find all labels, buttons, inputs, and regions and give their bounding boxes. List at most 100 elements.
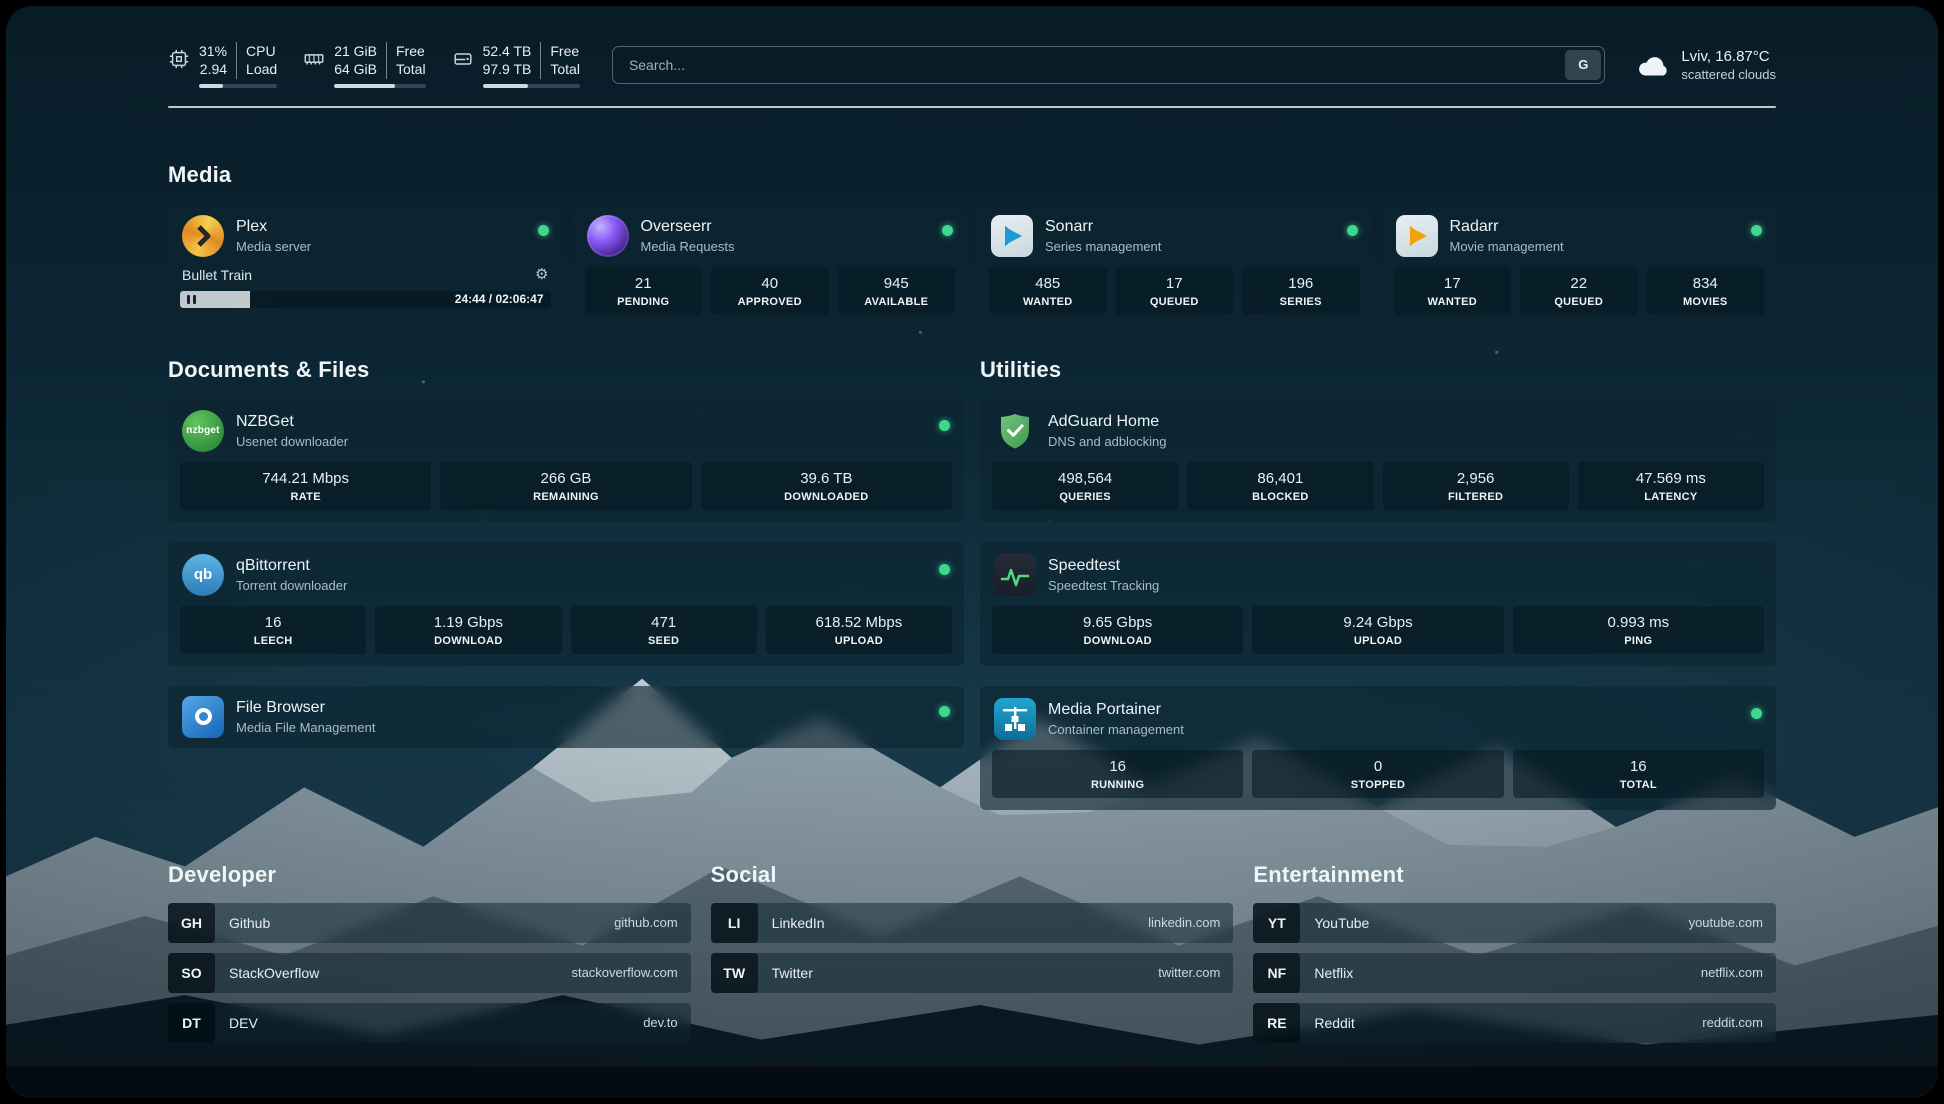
disk-progress xyxy=(483,84,580,88)
bookmark-name: Netflix xyxy=(1314,965,1353,981)
stat-running: 16 RUNNING xyxy=(992,750,1243,798)
section-title-social: Social xyxy=(711,862,1234,888)
service-title: Plex xyxy=(236,218,311,236)
service-subtitle: Media server xyxy=(236,239,311,254)
top-bar: 31% 2.94 CPU Load xyxy=(168,6,1776,88)
status-dot xyxy=(1751,225,1762,236)
bookmark-abbr: LI xyxy=(711,903,758,943)
service-title: NZBGet xyxy=(236,413,348,431)
bookmark-abbr: RE xyxy=(1253,1003,1300,1043)
service-card-overseerr[interactable]: Overseerr Media Requests 21 PENDING xyxy=(573,203,968,327)
sonarr-icon xyxy=(991,215,1033,257)
cpu-load: 2.94 xyxy=(200,60,227,78)
status-dot xyxy=(942,225,953,236)
cloud-icon xyxy=(1635,50,1671,80)
service-title: Radarr xyxy=(1450,218,1564,236)
section-title-documents: Documents & Files xyxy=(168,357,964,383)
top-divider xyxy=(168,106,1776,108)
service-card-sonarr[interactable]: Sonarr Series management 485 WANTED xyxy=(977,203,1372,327)
stat-approved: 40 APPROVED xyxy=(711,267,829,315)
overseerr-icon xyxy=(587,215,629,257)
disk-widget: 52.4 TB 97.9 TB Free Total xyxy=(452,42,580,88)
stat-filtered: 2,956 FILTERED xyxy=(1383,462,1569,510)
pause-icon[interactable] xyxy=(187,295,196,304)
search-bar: G xyxy=(612,46,1605,84)
speedtest-icon xyxy=(994,554,1036,596)
section-media: Media Plex Media server xyxy=(168,162,1776,327)
service-card-radarr[interactable]: Radarr Movie management 17 WANTED 2 xyxy=(1382,203,1777,327)
status-dot xyxy=(1347,225,1358,236)
disk-free: 52.4 TB xyxy=(483,42,532,60)
stat-queued: 17 QUEUED xyxy=(1116,267,1234,315)
service-card-qbittorrent[interactable]: qb qBittorrent Torrent downloader xyxy=(168,542,964,666)
stat-downloaded: 39.6 TB DOWNLOADED xyxy=(701,462,952,510)
bookmark-dev[interactable]: DT DEV dev.to xyxy=(168,1003,691,1043)
section-title-utilities: Utilities xyxy=(980,357,1776,383)
status-dot xyxy=(538,225,549,236)
bookmark-group-entertainment: Entertainment YT YouTube youtube.com NF … xyxy=(1253,862,1776,1053)
stat-wanted: 17 WANTED xyxy=(1394,267,1512,315)
service-subtitle: Speedtest Tracking xyxy=(1048,578,1159,593)
status-dot xyxy=(1751,708,1762,719)
service-card-portainer[interactable]: Media Portainer Container management 16 … xyxy=(980,686,1776,810)
bookmark-name: LinkedIn xyxy=(772,915,825,931)
cpu-percent: 31% xyxy=(199,42,227,60)
bookmark-name: StackOverflow xyxy=(229,965,319,981)
service-card-plex[interactable]: Plex Media server Bullet Train ⚙ xyxy=(168,203,563,327)
bookmark-twitter[interactable]: TW Twitter twitter.com xyxy=(711,953,1234,993)
service-card-filebrowser[interactable]: File Browser Media File Management xyxy=(168,686,964,748)
service-card-nzbget[interactable]: nzbget NZBGet Usenet downloader xyxy=(168,398,964,522)
memory-label-bottom: Total xyxy=(396,60,426,78)
search-provider-button[interactable]: G xyxy=(1565,50,1601,80)
disk-icon xyxy=(452,48,474,70)
stat-stopped: 0 STOPPED xyxy=(1252,750,1503,798)
bookmark-name: Twitter xyxy=(772,965,813,981)
stat-wanted: 485 WANTED xyxy=(989,267,1107,315)
bookmark-name: Reddit xyxy=(1314,1015,1354,1031)
bookmark-abbr: YT xyxy=(1253,903,1300,943)
section-title-entertainment: Entertainment xyxy=(1253,862,1776,888)
service-title: File Browser xyxy=(236,699,375,717)
service-subtitle: DNS and adblocking xyxy=(1048,434,1167,449)
stat-latency: 47.569 ms LATENCY xyxy=(1578,462,1764,510)
bookmark-group-developer: Developer GH Github github.com SO StackO… xyxy=(168,862,691,1053)
search-input[interactable] xyxy=(616,56,1565,74)
section-title-media: Media xyxy=(168,162,1776,188)
service-title: Overseerr xyxy=(641,218,735,236)
bookmark-url: linkedin.com xyxy=(1148,915,1220,930)
status-dot xyxy=(939,706,950,717)
stat-ping: 0.993 ms PING xyxy=(1513,606,1764,654)
cpu-label-top: CPU xyxy=(246,42,277,60)
status-dot xyxy=(939,420,950,431)
bookmark-github[interactable]: GH Github github.com xyxy=(168,903,691,943)
status-dot xyxy=(939,564,950,575)
playback-progress-bar: 24:44 / 02:06:47 xyxy=(180,291,551,308)
service-subtitle: Media File Management xyxy=(236,720,375,735)
now-playing-row: Bullet Train ⚙ xyxy=(180,267,551,291)
stat-movies: 834 MOVIES xyxy=(1647,267,1765,315)
bookmark-stackoverflow[interactable]: SO StackOverflow stackoverflow.com xyxy=(168,953,691,993)
bookmark-youtube[interactable]: YT YouTube youtube.com xyxy=(1253,903,1776,943)
plex-icon xyxy=(182,215,224,257)
bookmark-url: twitter.com xyxy=(1158,965,1220,980)
bookmark-reddit[interactable]: RE Reddit reddit.com xyxy=(1253,1003,1776,1043)
bookmark-linkedin[interactable]: LI LinkedIn linkedin.com xyxy=(711,903,1234,943)
radarr-icon xyxy=(1396,215,1438,257)
stat-download: 9.65 Gbps DOWNLOAD xyxy=(992,606,1243,654)
homepage-dashboard: 31% 2.94 CPU Load xyxy=(6,6,1938,1098)
stat-upload: 618.52 Mbps UPLOAD xyxy=(766,606,952,654)
bookmark-netflix[interactable]: NF Netflix netflix.com xyxy=(1253,953,1776,993)
stat-queued: 22 QUEUED xyxy=(1520,267,1638,315)
memory-icon xyxy=(303,48,325,70)
cpu-icon xyxy=(168,48,190,70)
bookmark-abbr: SO xyxy=(168,953,215,993)
bookmark-url: reddit.com xyxy=(1702,1015,1763,1030)
stat-download: 1.19 Gbps DOWNLOAD xyxy=(375,606,561,654)
stat-total: 16 TOTAL xyxy=(1513,750,1764,798)
bookmark-name: YouTube xyxy=(1314,915,1369,931)
service-card-speedtest[interactable]: Speedtest Speedtest Tracking 9.65 Gbps D… xyxy=(980,542,1776,666)
service-title: Speedtest xyxy=(1048,557,1159,575)
bookmark-abbr: GH xyxy=(168,903,215,943)
service-card-adguard[interactable]: AdGuard Home DNS and adblocking 498,564 … xyxy=(980,398,1776,522)
gear-icon[interactable]: ⚙ xyxy=(535,267,548,282)
